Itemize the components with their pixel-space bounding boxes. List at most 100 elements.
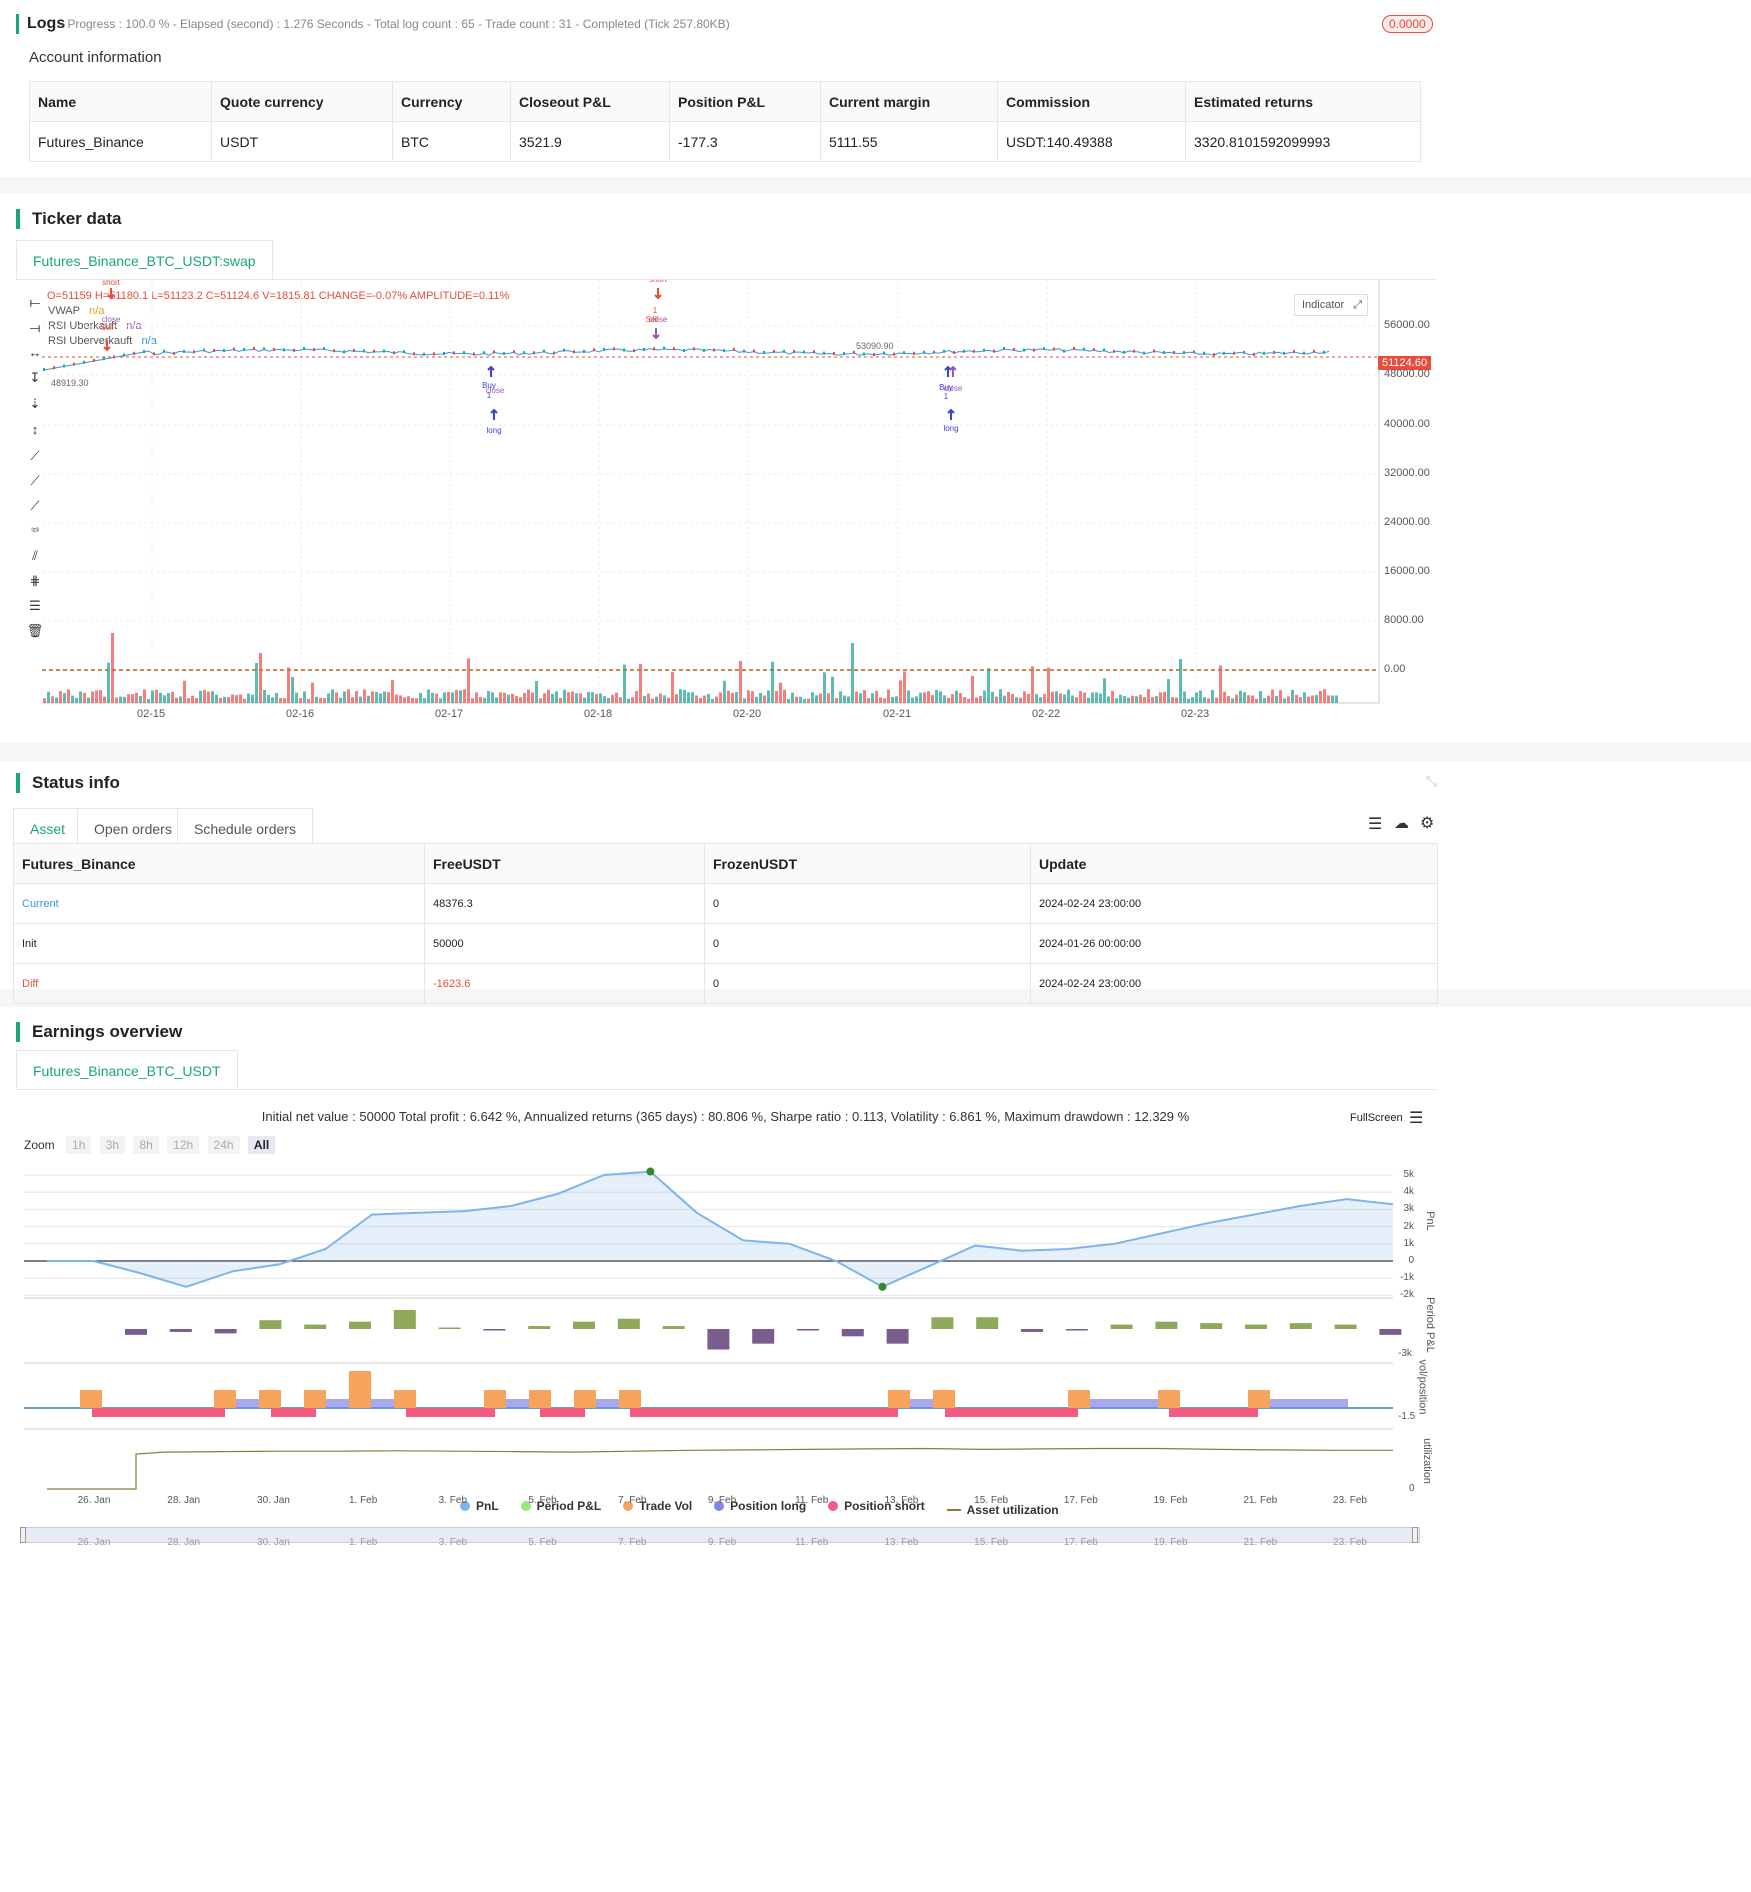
zoom-3h-button[interactable]: 3h [99, 1136, 126, 1154]
volume-bar [339, 697, 342, 703]
volume-bar [95, 690, 98, 703]
tab-asset[interactable]: Asset [13, 808, 83, 848]
candle [583, 349, 585, 353]
status-table: Futures_Binance FreeUSDT FrozenUSDT Upda… [13, 843, 1438, 1004]
volume-bar [371, 691, 374, 703]
navigator-handle-right[interactable] [1412, 1527, 1418, 1543]
volume-bar [383, 691, 386, 703]
volume-bar [595, 693, 598, 703]
list-icon[interactable]: ☰ [1368, 814, 1382, 834]
axis-title: utilization [1420, 1438, 1433, 1484]
candle [593, 348, 595, 352]
volume-bar [527, 689, 530, 703]
candle [853, 350, 855, 354]
candle [553, 351, 555, 355]
candle [503, 351, 505, 355]
period-bar [393, 1309, 416, 1329]
gear-icon[interactable]: ⚙ [1420, 813, 1434, 833]
candle [1293, 350, 1295, 354]
candle [113, 355, 115, 359]
volume-bar [1119, 694, 1122, 703]
volume-bar [823, 672, 826, 703]
navigator-tick-label: 17. Feb [1063, 1537, 1098, 1548]
cell: 0 [704, 883, 1031, 924]
account-row: Futures_Binance USDT BTC 3521.9 -177.3 5… [29, 121, 1421, 162]
volume-bar [943, 695, 946, 703]
volume-bar [911, 697, 914, 703]
earnings-chart [24, 1167, 1402, 1490]
long-label: long [943, 424, 958, 433]
volume-bar [631, 697, 634, 703]
long-arrow [490, 408, 498, 420]
candle [1243, 350, 1245, 354]
y-tick-label: 8000.00 [1384, 614, 1424, 626]
x-tick-label: 7. Feb [618, 1495, 647, 1506]
candle [1043, 347, 1045, 351]
candle [1223, 351, 1225, 355]
candle [413, 352, 415, 356]
fullscreen-button[interactable]: FullScreen [1350, 1112, 1403, 1124]
volume-bar [1255, 698, 1258, 703]
volume-bar [1075, 697, 1078, 703]
volume-bar [755, 696, 758, 703]
utilization-line [47, 1447, 1393, 1490]
zoom-8h-button[interactable]: 8h [133, 1136, 159, 1154]
account-header-row: Name Quote currency Currency Closeout P&… [29, 81, 1421, 122]
volume-bar [979, 695, 982, 703]
col-commission: Commission [997, 81, 1186, 122]
zoom-1h-button[interactable]: 1h [66, 1136, 92, 1154]
candle [633, 349, 635, 353]
zoom-12h-button[interactable]: 12h [167, 1136, 200, 1154]
volume-bar [363, 689, 366, 703]
volume-bar [847, 696, 850, 703]
volume-bar [487, 690, 490, 703]
candle [1123, 350, 1125, 354]
candle [733, 347, 735, 351]
status-table-wrap: Futures_Binance FreeUSDT FrozenUSDT Upda… [13, 843, 1438, 1004]
volume-bar [1279, 690, 1282, 703]
candle [1203, 351, 1205, 355]
candle [233, 347, 235, 351]
tab-open-orders[interactable]: Open orders [77, 808, 189, 848]
tab-earnings-symbol[interactable]: Futures_Binance_BTC_USDT [16, 1050, 238, 1090]
candle [383, 349, 385, 353]
position-long-bar [1078, 1399, 1169, 1408]
menu-icon[interactable]: ☰ [1409, 1108, 1423, 1128]
volume-bar [683, 689, 686, 703]
volume-bar [771, 661, 774, 703]
close-icon[interactable]: ⤡ [1426, 773, 1437, 790]
candle [73, 362, 75, 366]
volume-bar [727, 690, 730, 703]
candle [873, 353, 875, 357]
cell: USDT [211, 121, 393, 162]
candle [263, 347, 265, 351]
zoom-24h-button[interactable]: 24h [207, 1136, 240, 1154]
tab-schedule-orders[interactable]: Schedule orders [177, 808, 313, 848]
navigator-handle-left[interactable] [20, 1527, 26, 1543]
x-tick-label: 28. Jan [167, 1495, 201, 1506]
cell: -177.3 [669, 121, 821, 162]
zoom-all-button[interactable]: All [247, 1136, 276, 1154]
cloud-upload-icon[interactable]: ☁ [1394, 814, 1409, 832]
short-label: short [102, 280, 121, 287]
trade-vol-bar [304, 1390, 326, 1408]
tab-ticker-symbol[interactable]: Futures_Binance_BTC_USDT:swap [16, 240, 273, 280]
candle [643, 348, 645, 352]
volume-bar [511, 693, 514, 703]
candle [443, 351, 445, 355]
period-bar [169, 1329, 192, 1332]
period-bar [349, 1321, 371, 1329]
volume-bar [1191, 697, 1194, 703]
volume-bar [987, 668, 990, 703]
volume-bar [175, 697, 178, 703]
candle [1273, 350, 1275, 354]
x-tick-label: 02-15 [137, 708, 166, 720]
volume-bar [1135, 696, 1138, 703]
candle [153, 352, 155, 356]
pnl-tick-label: 4k [1403, 1186, 1414, 1198]
volume-bar [919, 692, 922, 703]
candle [933, 350, 935, 354]
volume-bar [195, 697, 198, 703]
volume-bar [1175, 697, 1178, 703]
volume-bar [1231, 698, 1234, 703]
